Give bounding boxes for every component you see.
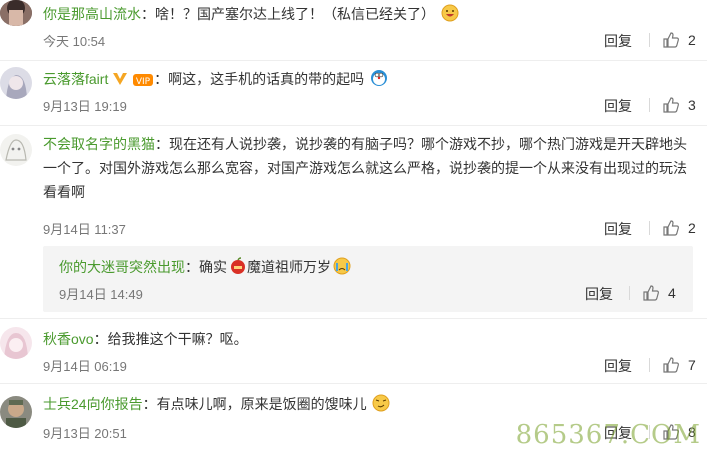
avatar[interactable] [0,396,32,428]
like-button[interactable]: 3 [649,96,696,114]
like-button[interactable]: 2 [649,219,696,237]
thumbs-up-icon [663,32,679,48]
comment-username[interactable]: 云落落fairt [43,71,108,87]
like-count: 7 [688,357,696,373]
like-button[interactable]: 7 [649,356,696,374]
divider [649,358,650,372]
comment-timestamp: 9月14日 11:37 [43,222,126,237]
thumbs-up-icon [663,357,679,373]
comment-item: 秋香ovo：给我推这个干嘛？呕。 9月14日 06:19 回复 7 [0,319,707,383]
divider [649,98,650,112]
svg-text:VIP: VIP [136,77,151,87]
sub-reply-timestamp: 9月14日 14:49 [59,287,143,302]
like-count: 2 [688,220,696,236]
comment-text: 云落落fairt VIP ：啊这，这手机的话真的带的起吗 [43,67,693,94]
reply-button[interactable]: 回复 [604,96,632,116]
comment-text: 士兵24向你报告：有点味儿啊，原来是饭圈的馊味儿 [43,392,693,416]
comment-text: 不会取名字的黑猫：现在还有人说抄袭，说抄袭的有脑子吗？哪个游戏不抄，哪个热门游戏… [43,136,687,200]
avatar[interactable] [0,0,32,26]
like-count: 2 [688,32,696,48]
reply-button[interactable]: 回复 [585,284,613,304]
comment-item: 不会取名字的黑猫：现在还有人说抄袭，说抄袭的有脑子吗？哪个游戏不抄，哪个热门游戏… [0,126,707,316]
comment-text: 你是那高山流水：啥！？国产塞尔达上线了！（私信已经关了） [43,2,693,26]
comment-item: 云落落fairt VIP ：啊这，这手机的话真的带的起吗 9月13日 19:19 … [0,61,707,125]
apple-emoji-icon [229,257,247,275]
smirk-emoji-icon [372,394,390,412]
grin-emoji-icon [441,4,459,22]
verified-badge-icon [112,70,128,94]
like-button[interactable]: 4 [629,284,676,302]
comment-text: 秋香ovo：给我推这个干嘛？呕。 [43,331,248,347]
reply-button[interactable]: 回复 [604,219,632,239]
comment-username[interactable]: 秋香ovo [43,331,94,347]
crying-emoji-icon [333,257,351,275]
divider [629,286,630,300]
sub-reply: 你的大迷哥突然出现：确实 魔道祖师万岁 9月14日 14:49 回复 4 [43,246,693,312]
reply-button[interactable]: 回复 [604,356,632,376]
comment-timestamp: 9月13日 20:51 [43,426,127,441]
thumbs-up-icon [643,285,659,301]
avatar[interactable] [0,67,32,99]
site-watermark: 865367.COM [515,420,701,450]
like-button[interactable]: 2 [649,31,696,49]
thumbs-up-icon [663,220,679,236]
comment-timestamp: 9月14日 06:19 [43,359,127,374]
like-count: 4 [668,285,676,301]
divider [649,33,650,47]
comment-timestamp: 9月13日 19:19 [43,99,127,114]
doraemon-emoji-icon [370,69,388,87]
comment-username[interactable]: 你的大迷哥突然出现 [59,259,185,275]
thumbs-up-icon [663,97,679,113]
comment-timestamp: 今天 10:54 [43,34,106,49]
comment-username[interactable]: 士兵24向你报告 [43,396,143,412]
sub-reply-text: 你的大迷哥突然出现：确实 魔道祖师万岁 [59,255,351,279]
avatar[interactable] [0,327,32,359]
vip-badge-icon: VIP [132,70,154,94]
comment-username[interactable]: 你是那高山流水 [43,6,141,22]
like-count: 3 [688,97,696,113]
avatar[interactable] [0,134,32,166]
divider [649,221,650,235]
comment-item: 你是那高山流水：啥！？国产塞尔达上线了！（私信已经关了） 今天 10:54 回复… [0,0,707,60]
comment-username[interactable]: 不会取名字的黑猫 [43,136,155,152]
reply-button[interactable]: 回复 [604,31,632,51]
